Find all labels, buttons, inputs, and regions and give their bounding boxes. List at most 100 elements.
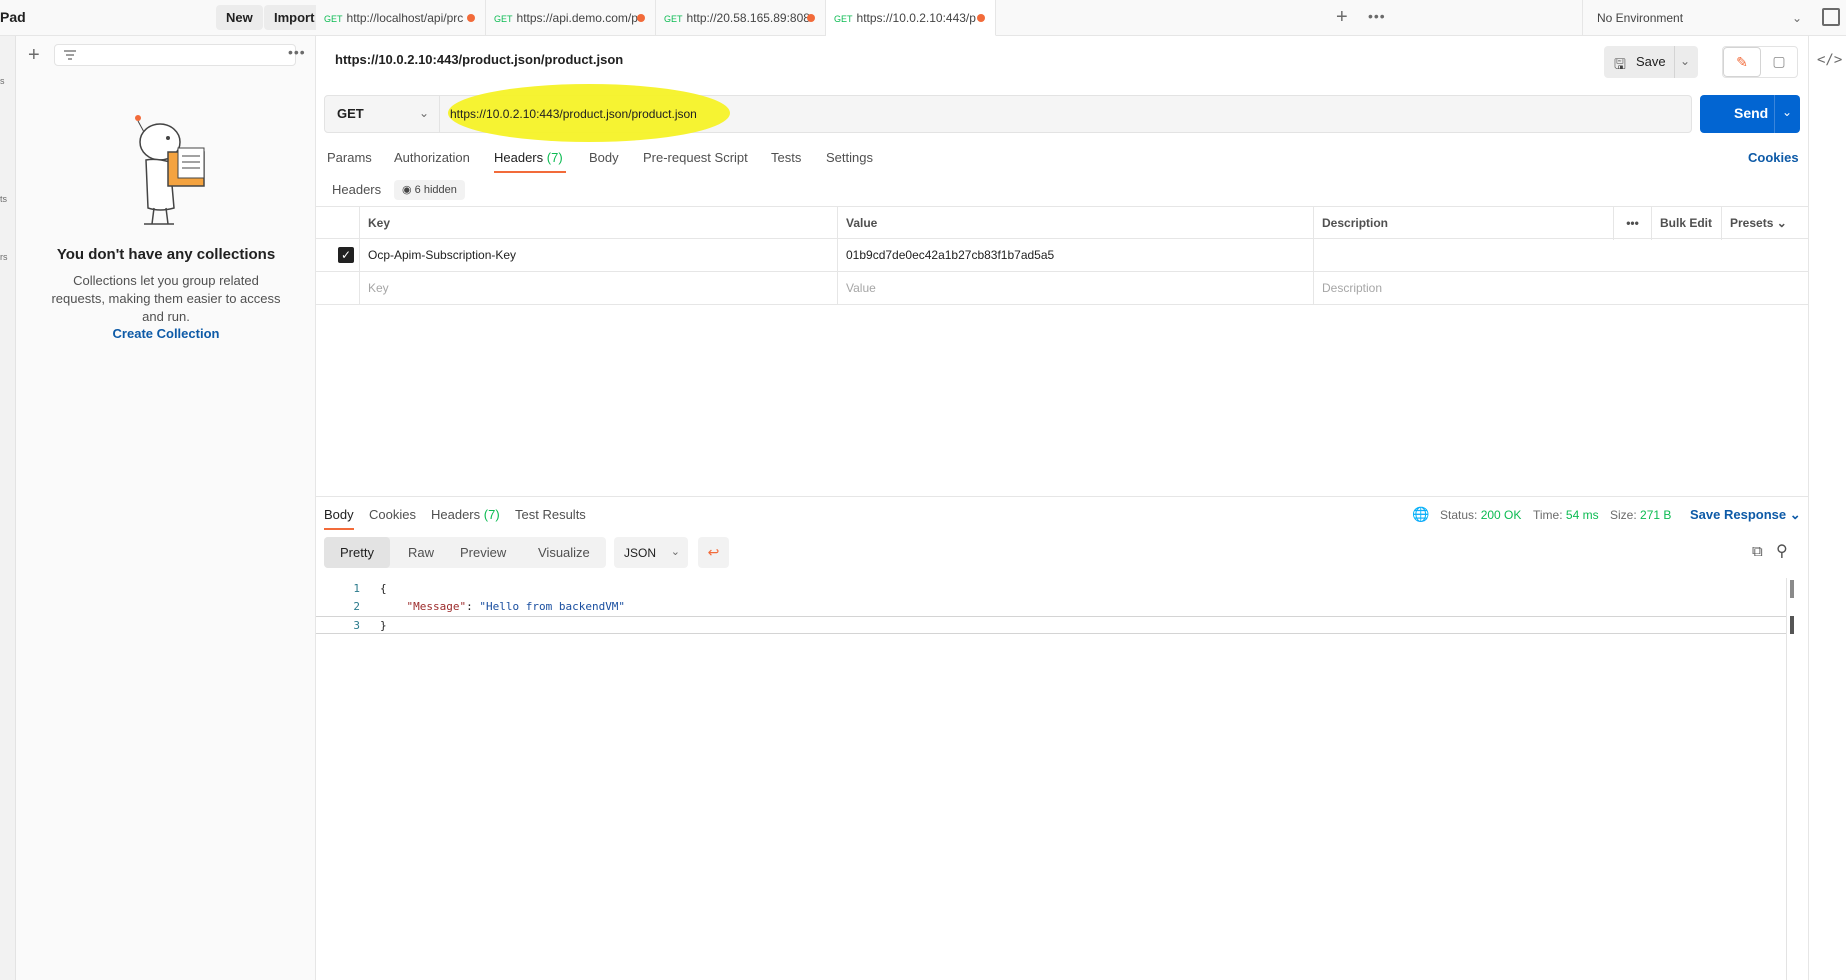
- unsaved-dot-icon: [637, 14, 645, 22]
- header-key-field[interactable]: Ocp-Apim-Subscription-Key: [360, 239, 838, 272]
- tab-label: https://api.demo.com/p: [516, 11, 638, 25]
- tab-params[interactable]: Params: [327, 150, 372, 165]
- header-value-field[interactable]: 01b9cd7de0ec42a1b27cb83f1b7ad5a5: [838, 239, 1314, 272]
- request-name[interactable]: https://10.0.2.10:443/product.json/produ…: [335, 52, 623, 67]
- tab-prerequest-script[interactable]: Pre-request Script: [643, 150, 748, 165]
- chevron-down-icon[interactable]: ⌄: [1680, 54, 1690, 68]
- format-raw[interactable]: Raw: [392, 537, 450, 568]
- status-value: 200 OK: [1480, 508, 1522, 522]
- edit-icon[interactable]: ✎: [1723, 47, 1761, 77]
- url-input[interactable]: https://10.0.2.10:443/product.json/produ…: [440, 84, 1692, 142]
- environment-quick-look-icon[interactable]: [1822, 8, 1840, 26]
- chevron-down-icon[interactable]: ⌄: [1782, 105, 1792, 119]
- copy-icon[interactable]: ⧉: [1752, 543, 1763, 560]
- table-row: Key Value Description: [316, 272, 1808, 305]
- wrap-lines-icon[interactable]: ↩: [698, 537, 729, 568]
- format-visualize[interactable]: Visualize: [522, 537, 606, 568]
- active-tab-underline: [494, 171, 566, 173]
- environment-selector[interactable]: No Environment ⌄: [1582, 0, 1812, 36]
- response-body-editor[interactable]: 1 { 2 "Message": "Hello from backendVM" …: [316, 580, 1786, 634]
- eye-icon: ◉: [402, 184, 412, 196]
- search-icon[interactable]: ⚲: [1776, 541, 1788, 561]
- right-rail: </>: [1808, 36, 1846, 980]
- size-value: 271 B: [1640, 508, 1672, 522]
- chevron-down-icon: ⌄: [1789, 507, 1801, 522]
- tab-authorization[interactable]: Authorization: [394, 150, 470, 165]
- chevron-down-icon: ⌄: [418, 106, 429, 120]
- active-tab-underline: [324, 528, 354, 530]
- format-pretty[interactable]: Pretty: [324, 537, 390, 568]
- request-tab[interactable]: GET https://api.demo.com/p: [486, 0, 656, 36]
- sidebar: + ••• You don't have any collections Col…: [16, 36, 316, 980]
- tab-settings[interactable]: Settings: [826, 150, 873, 165]
- tabs-more-icon[interactable]: •••: [1368, 8, 1386, 24]
- new-description-field[interactable]: Description: [1314, 272, 1808, 305]
- save-button[interactable]: 🖫 Save ⌄: [1604, 46, 1698, 78]
- response-tab-test-results[interactable]: Test Results: [515, 507, 586, 522]
- line-number: 2: [353, 600, 360, 613]
- table-more-icon[interactable]: •••: [1614, 207, 1652, 240]
- code-line: 2 "Message": "Hello from backendVM": [316, 598, 1786, 616]
- tab-method: GET: [324, 14, 343, 24]
- request-tab-active[interactable]: GET https://10.0.2.10:443/p: [826, 0, 996, 36]
- response-tab-headers[interactable]: Headers (7): [431, 507, 500, 522]
- scrollbar[interactable]: [1786, 578, 1787, 980]
- save-response-button[interactable]: Save Response ⌄: [1690, 507, 1801, 523]
- presets-dropdown[interactable]: Presets ⌄: [1722, 207, 1808, 240]
- header-description-field[interactable]: [1314, 239, 1808, 272]
- column-header-description: Description: [1314, 207, 1614, 240]
- filter-icon[interactable]: [63, 49, 77, 61]
- app-window: Pad New Import s ts rs + ••• You don't h…: [0, 0, 1846, 980]
- response-tab-cookies[interactable]: Cookies: [369, 507, 416, 522]
- new-button[interactable]: New: [216, 5, 263, 30]
- bulk-edit-button[interactable]: Bulk Edit: [1652, 207, 1722, 240]
- tab-tests[interactable]: Tests: [771, 150, 801, 165]
- new-key-field[interactable]: Key: [360, 272, 838, 305]
- time-label: Time:: [1533, 508, 1563, 522]
- json-key: "Message": [406, 600, 467, 613]
- method-select[interactable]: GET ⌄: [324, 95, 440, 133]
- json-separator: :: [466, 600, 480, 613]
- divider: [316, 496, 1808, 497]
- status-readout[interactable]: Status: 200 OK: [1440, 508, 1521, 522]
- tab-label: http://localhost/api/prc: [346, 11, 464, 25]
- rail-item[interactable]: ts: [0, 194, 7, 204]
- time-readout[interactable]: Time: 54 ms: [1533, 508, 1599, 522]
- save-icon: 🖫: [1614, 56, 1626, 72]
- code-snippet-icon[interactable]: </>: [1817, 52, 1846, 68]
- sidebar-more-icon[interactable]: •••: [288, 44, 306, 60]
- request-tab[interactable]: GET http://localhost/api/prc: [316, 0, 486, 36]
- rail-item[interactable]: s: [0, 76, 5, 86]
- row-checkbox[interactable]: ✓: [338, 247, 354, 263]
- environment-label: No Environment: [1597, 11, 1684, 25]
- hidden-headers-toggle[interactable]: ◉ 6 hidden: [394, 180, 465, 200]
- column-header-key: Key: [360, 207, 838, 240]
- cookies-link[interactable]: Cookies: [1748, 150, 1799, 165]
- new-tab-icon[interactable]: +: [1336, 6, 1348, 29]
- rail-item[interactable]: rs: [0, 252, 8, 262]
- size-readout[interactable]: Size: 271 B: [1610, 508, 1671, 522]
- comment-icon[interactable]: ▢: [1761, 47, 1797, 77]
- tab-headers[interactable]: Headers (7): [494, 150, 563, 165]
- new-value-field[interactable]: Value: [838, 272, 1314, 305]
- format-preview[interactable]: Preview: [444, 537, 522, 568]
- request-tab[interactable]: GET http://20.58.165.89:808: [656, 0, 826, 36]
- network-globe-icon[interactable]: 🌐: [1412, 506, 1429, 523]
- tab-label: https://10.0.2.10:443/p: [856, 11, 976, 25]
- response-tab-body[interactable]: Body: [324, 507, 354, 522]
- tab-headers-label: Headers: [494, 150, 544, 165]
- code-text: }: [380, 619, 387, 632]
- tab-method: GET: [494, 14, 513, 24]
- code-line: 1 {: [316, 580, 1786, 598]
- tab-method: GET: [664, 14, 683, 24]
- tab-body[interactable]: Body: [589, 150, 619, 165]
- create-collection-link[interactable]: Create Collection: [16, 326, 316, 341]
- time-value: 54 ms: [1565, 508, 1599, 522]
- mode-toggle: ✎ ▢: [1722, 46, 1798, 78]
- table-cell: ✓: [316, 239, 360, 272]
- language-select[interactable]: JSON ⌄: [614, 537, 688, 568]
- scrollbar-thumb[interactable]: [1790, 580, 1794, 598]
- send-button[interactable]: Send ⌄: [1700, 95, 1800, 133]
- sidebar-search-input[interactable]: [54, 44, 296, 66]
- add-collection-icon[interactable]: +: [28, 45, 40, 65]
